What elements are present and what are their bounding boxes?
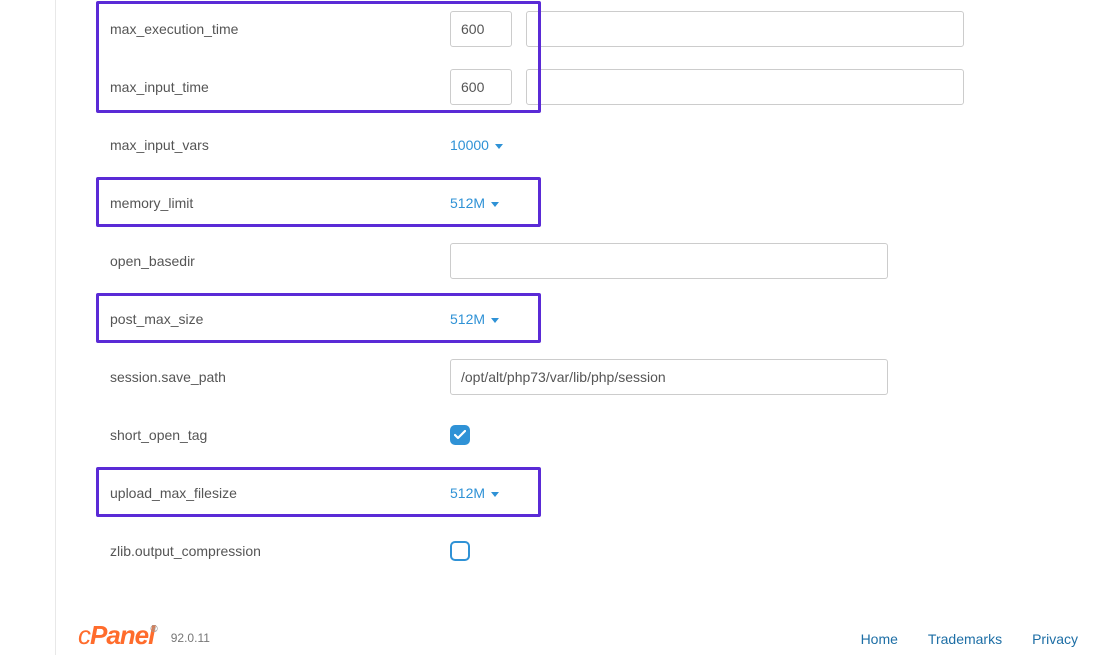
caret-down-icon	[491, 202, 499, 207]
checkbox-short-open-tag[interactable]	[450, 425, 470, 445]
footer-links: Home Trademarks Privacy	[861, 631, 1078, 649]
caret-down-icon	[491, 318, 499, 323]
input-max-execution-time[interactable]	[450, 11, 512, 47]
label-post-max-size: post_max_size	[96, 311, 450, 327]
label-session-save-path: session.save_path	[96, 369, 450, 385]
row-open-basedir: open_basedir	[96, 232, 1060, 290]
dropdown-upload-max-filesize[interactable]: 512M	[450, 485, 499, 501]
brand: cPanel® 92.0.11	[78, 618, 210, 649]
dropdown-value-upload-max-filesize: 512M	[450, 485, 485, 501]
caret-down-icon	[491, 492, 499, 497]
row-session-save-path: session.save_path	[96, 348, 1060, 406]
row-zlib-output-compression: zlib.output_compression	[96, 522, 1060, 580]
checkbox-zlib-output-compression[interactable]	[450, 541, 470, 561]
sidebar-placeholder	[0, 0, 56, 655]
cpanel-logo: cPanel®	[78, 620, 161, 651]
version-text: 92.0.11	[171, 631, 210, 649]
caret-down-icon	[495, 144, 503, 149]
label-zlib-output-compression: zlib.output_compression	[96, 543, 450, 559]
footer-link-home[interactable]: Home	[861, 631, 898, 647]
label-short-open-tag: short_open_tag	[96, 427, 450, 443]
row-memory-limit: memory_limit 512M	[96, 174, 1060, 232]
footer-link-trademarks[interactable]: Trademarks	[928, 631, 1002, 647]
php-options-panel: max_execution_time max_input_time max_in…	[56, 0, 1100, 580]
input-open-basedir[interactable]	[450, 243, 888, 279]
row-max-input-time: max_input_time	[96, 58, 1060, 116]
registered-icon: ®	[150, 624, 156, 635]
row-post-max-size: post_max_size 512M	[96, 290, 1060, 348]
dropdown-value-max-input-vars: 10000	[450, 137, 489, 153]
row-short-open-tag: short_open_tag	[96, 406, 1060, 464]
label-max-input-time: max_input_time	[96, 79, 450, 95]
check-icon	[454, 430, 466, 440]
input-max-input-time[interactable]	[450, 69, 512, 105]
label-max-input-vars: max_input_vars	[96, 137, 450, 153]
row-max-execution-time: max_execution_time	[96, 0, 1060, 58]
dropdown-max-input-vars[interactable]: 10000	[450, 137, 503, 153]
label-upload-max-filesize: upload_max_filesize	[96, 485, 450, 501]
dropdown-memory-limit[interactable]: 512M	[450, 195, 499, 211]
footer: cPanel® 92.0.11 Home Trademarks Privacy	[56, 618, 1100, 649]
dropdown-post-max-size[interactable]: 512M	[450, 311, 499, 327]
row-upload-max-filesize: upload_max_filesize 512M	[96, 464, 1060, 522]
input-max-execution-time-extra[interactable]	[526, 11, 964, 47]
input-session-save-path[interactable]	[450, 359, 888, 395]
row-max-input-vars: max_input_vars 10000	[96, 116, 1060, 174]
dropdown-value-post-max-size: 512M	[450, 311, 485, 327]
footer-link-privacy[interactable]: Privacy	[1032, 631, 1078, 647]
label-open-basedir: open_basedir	[96, 253, 450, 269]
input-max-input-time-extra[interactable]	[526, 69, 964, 105]
dropdown-value-memory-limit: 512M	[450, 195, 485, 211]
label-max-execution-time: max_execution_time	[96, 21, 450, 37]
label-memory-limit: memory_limit	[96, 195, 450, 211]
